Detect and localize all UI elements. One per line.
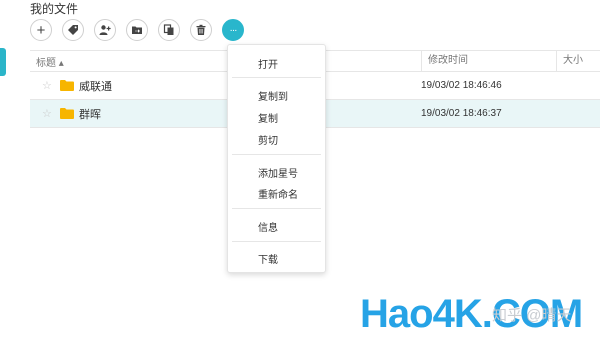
tag-icon: [68, 25, 78, 35]
copy-button[interactable]: [158, 19, 180, 41]
copy-icon: [163, 24, 174, 35]
move-folder-icon: [132, 26, 142, 34]
add-button[interactable]: +: [30, 19, 52, 41]
star-icon[interactable]: ☆: [42, 107, 54, 120]
more-icon: ···: [229, 24, 238, 36]
add-user-button[interactable]: [94, 19, 116, 41]
menu-item-open[interactable]: 打开: [258, 56, 278, 71]
menu-item-add-star[interactable]: 添加星号: [258, 165, 298, 180]
modified-time: 19/03/02 18:46:37: [421, 108, 502, 119]
context-menu: 打开 复制到 复制 剪切 添加星号 重新命名 信息 下载: [227, 44, 326, 273]
modified-time: 19/03/02 18:46:46: [421, 80, 502, 91]
page-title: 我的文件: [30, 2, 79, 16]
menu-divider: [232, 241, 321, 242]
plus-icon: +: [36, 21, 46, 39]
menu-divider: [232, 208, 321, 209]
menu-divider: [232, 77, 321, 78]
toolbar: + ···: [30, 19, 244, 41]
menu-item-copy[interactable]: 复制: [258, 110, 278, 125]
file-name: 威联通: [79, 80, 112, 93]
menu-item-copy-to[interactable]: 复制到: [258, 88, 288, 103]
column-header-modified[interactable]: 修改时间: [421, 51, 556, 71]
column-header-title[interactable]: 标题 ▴: [30, 54, 421, 69]
more-button[interactable]: ···: [222, 19, 244, 41]
menu-item-download[interactable]: 下载: [258, 251, 278, 266]
menu-item-info[interactable]: 信息: [258, 219, 278, 234]
move-button[interactable]: [126, 19, 148, 41]
menu-item-rename[interactable]: 重新命名: [258, 186, 298, 201]
star-icon[interactable]: ☆: [42, 79, 54, 92]
menu-item-cut[interactable]: 剪切: [258, 132, 278, 147]
folder-icon: [60, 108, 74, 119]
trash-icon: [196, 24, 206, 35]
file-name: 群晖: [79, 108, 101, 121]
folder-icon: [60, 80, 74, 91]
sidebar-active-indicator: [0, 48, 6, 76]
menu-divider: [232, 154, 321, 155]
delete-button[interactable]: [190, 19, 212, 41]
tag-button[interactable]: [62, 19, 84, 41]
add-user-icon: [99, 25, 111, 35]
watermark-author: 知乎 @晴天: [492, 307, 572, 324]
column-header-size[interactable]: 大小: [556, 51, 600, 71]
